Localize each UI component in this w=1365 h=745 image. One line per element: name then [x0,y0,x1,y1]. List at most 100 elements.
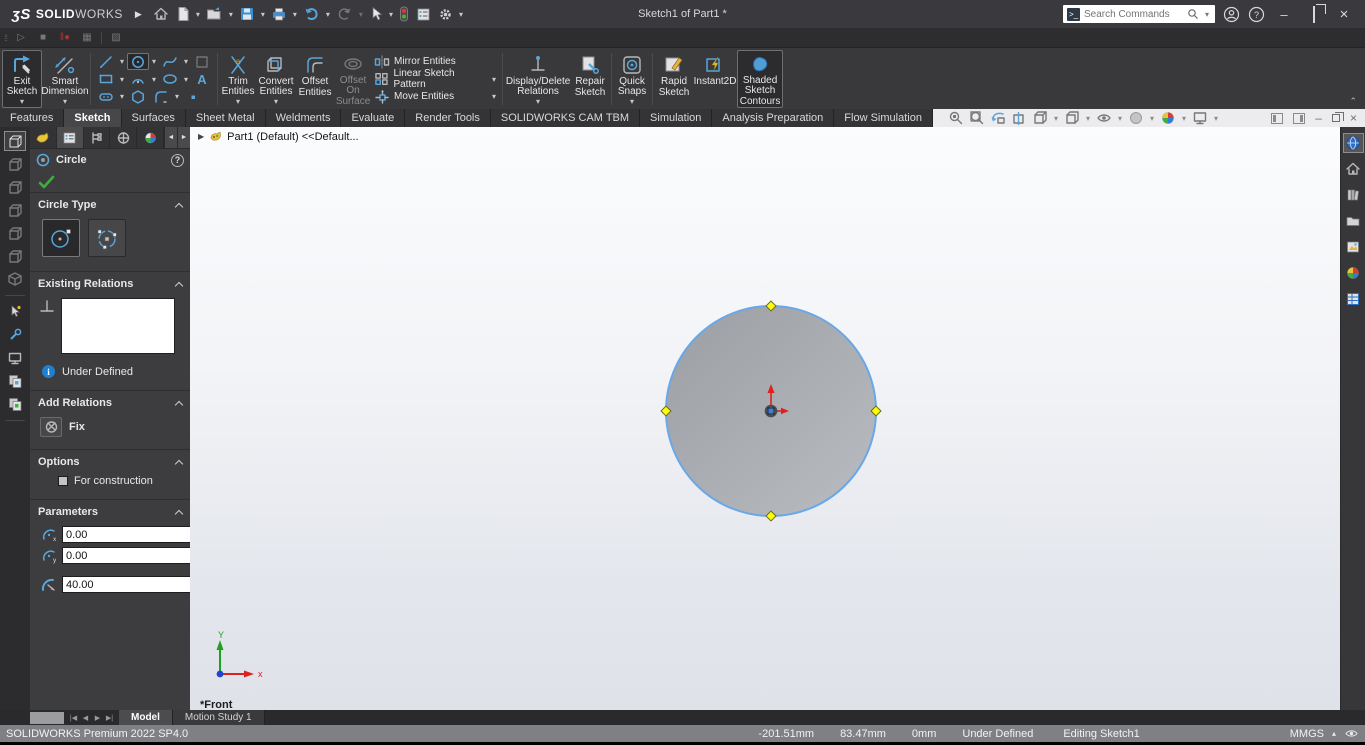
dropdown-caret-icon[interactable]: ▾ [387,10,395,19]
add-relations-header[interactable]: Add Relations [36,395,184,415]
pane-tabs-scroll-right-button[interactable]: ► [177,127,190,148]
parameters-header[interactable]: Parameters [36,504,184,524]
perimeter-circle-type-button[interactable] [88,219,126,257]
select-tool-button[interactable] [4,302,26,322]
tab-property-manager[interactable] [57,127,84,148]
custom-properties-button[interactable] [1343,289,1364,309]
dropdown-caret-icon[interactable]: ▾ [259,10,267,19]
dropdown-caret-icon[interactable]: ▾ [272,98,280,107]
appearances-scenes-button[interactable] [1343,263,1364,283]
nav-first-button[interactable]: |◀ [68,714,79,722]
document-close-button[interactable]: × [1350,111,1357,125]
expand-tree-icon[interactable]: ▶ [198,132,204,141]
dropdown-caret-icon[interactable]: ▾ [234,98,242,107]
display-settings-button[interactable] [4,348,26,368]
close-button[interactable]: × [1333,6,1355,23]
nav-last-button[interactable]: ▶| [104,714,115,722]
point-tool-button[interactable] [182,88,204,105]
tab-features[interactable]: Features [0,109,64,127]
dropdown-caret-icon[interactable]: ▾ [61,98,69,107]
flyout-feature-tree[interactable]: ▶ Part1 (Default) <<Default... [198,130,359,143]
dropdown-caret-icon[interactable]: ▾ [490,75,498,84]
rapid-sketch-button[interactable]: Rapid Sketch [655,50,693,108]
fix-relation-button[interactable]: Fix [36,415,184,441]
horizontal-scroll-thumb[interactable] [30,712,64,724]
sketch-picture-button[interactable] [191,53,213,70]
list-button[interactable] [413,4,434,25]
rebuild-button[interactable] [396,3,412,25]
dropdown-caret-icon[interactable]: ▾ [150,75,158,84]
copy-appearance-button[interactable] [4,371,26,391]
collapse-chevron-icon[interactable] [175,400,183,408]
sketch-canvas[interactable] [190,127,1340,710]
center-circle-type-button[interactable] [42,219,80,257]
existing-relations-header[interactable]: Existing Relations [36,276,184,296]
dropdown-caret-icon[interactable]: ▾ [490,92,498,101]
design-library-button[interactable] [1343,185,1364,205]
edit-appearance-button[interactable] [1127,110,1145,126]
menu-flyout-icon[interactable]: ▶ [135,9,142,20]
existing-relations-list[interactable] [61,298,175,354]
toolbar-grip-icon[interactable]: ⁞⁞ [4,33,7,43]
dropdown-caret-icon[interactable]: ▴ [1330,729,1338,738]
dropdown-caret-icon[interactable]: ▾ [173,92,181,101]
document-restore-button[interactable] [1332,114,1340,122]
dropdown-caret-icon[interactable]: ▾ [534,98,542,107]
dropdown-caret-icon[interactable]: ▾ [118,92,126,101]
trim-entities-button[interactable]: a Trim Entities ▾ [220,50,256,108]
tab-configuration-manager[interactable] [84,127,111,148]
collapse-chevron-icon[interactable] [175,459,183,467]
dropdown-caret-icon[interactable]: ▾ [18,98,26,107]
tab-render-tools[interactable]: Render Tools [405,109,491,127]
standard-view-button[interactable] [4,154,26,174]
undo-button[interactable] [300,3,323,25]
tab-sketch[interactable]: Sketch [64,109,121,127]
line-tool-button[interactable] [95,53,117,70]
shaded-sketch-contours-button[interactable]: Shaded Sketch Contours [737,50,783,108]
tab-sheet-metal[interactable]: Sheet Metal [186,109,266,127]
search-input[interactable] [1084,9,1183,20]
section-view-button[interactable] [1010,110,1028,126]
tab-display-manager[interactable] [137,127,164,148]
graphics-viewport[interactable]: ▶ Part1 (Default) <<Default... Y x *Fron… [190,127,1340,710]
nav-next-button[interactable]: ▶ [92,714,103,722]
nav-prev-button[interactable]: ◀ [80,714,91,722]
for-construction-checkbox[interactable] [58,476,68,486]
dropdown-caret-icon[interactable]: ▾ [457,10,465,19]
dropdown-caret-icon[interactable]: ▾ [1084,114,1092,123]
circle-type-header[interactable]: Circle Type [36,197,184,217]
arc-tool-button[interactable] [127,71,149,88]
dropdown-caret-icon[interactable]: ▾ [182,75,190,84]
view-palette-button[interactable] [1343,237,1364,257]
save-button[interactable] [236,3,258,25]
motion-study-tab[interactable]: Motion Study 1 [173,710,265,725]
offset-entities-button[interactable]: Offset Entities [296,50,334,108]
options-header[interactable]: Options [36,454,184,474]
help-icon[interactable]: ? [171,154,184,167]
move-entities-button[interactable]: Move Entities ▾ [374,88,498,105]
spline-tool-button[interactable] [159,53,181,70]
dropdown-caret-icon[interactable]: ▾ [118,57,126,66]
solidworks-resources-button[interactable] [1343,159,1364,179]
standard-view-button[interactable] [4,200,26,220]
instant2d-button[interactable]: Instant2D [693,50,737,108]
tab-surfaces[interactable]: Surfaces [122,109,186,127]
apply-scene-button[interactable] [1159,110,1177,126]
collapse-chevron-icon[interactable] [175,202,183,210]
new-document-button[interactable] [173,3,193,25]
tab-simulation[interactable]: Simulation [640,109,712,127]
search-dropdown-caret-icon[interactable]: ▾ [1203,10,1211,19]
dropdown-caret-icon[interactable]: ▾ [324,10,332,19]
convert-entities-button[interactable]: Convert Entities ▾ [256,50,296,108]
collapse-left-pane-button[interactable] [1271,113,1283,124]
dropdown-caret-icon[interactable]: ▾ [1052,114,1060,123]
dropdown-caret-icon[interactable]: ▾ [628,98,636,107]
dropdown-caret-icon[interactable]: ▾ [118,75,126,84]
dropdown-caret-icon[interactable]: ▾ [194,10,202,19]
3dexperience-button[interactable] [1343,133,1364,153]
repair-sketch-button[interactable]: Repair Sketch [571,50,609,108]
slot-tool-button[interactable] [95,88,117,105]
tab-feature-manager[interactable] [30,127,57,148]
model-tab[interactable]: Model [119,710,173,725]
collapse-right-pane-button[interactable] [1293,113,1305,124]
